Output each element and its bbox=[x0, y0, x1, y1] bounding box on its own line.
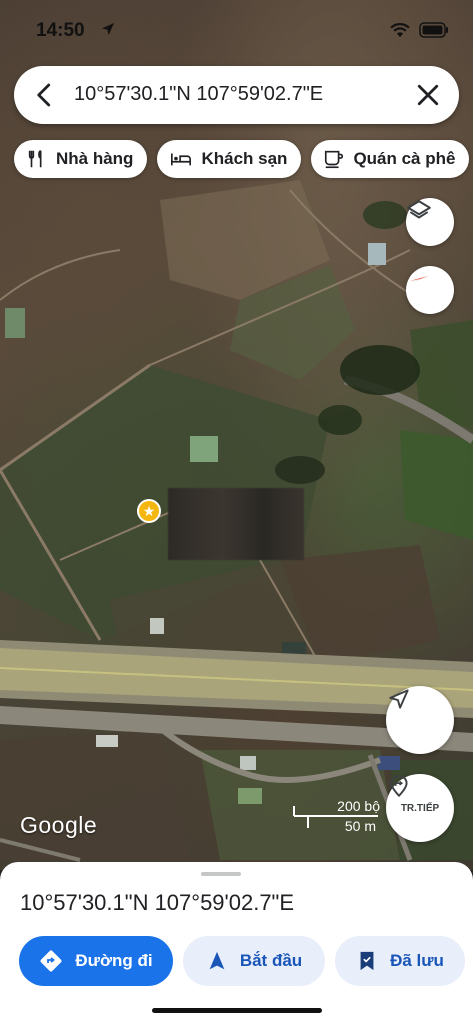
start-label: Bắt đầu bbox=[239, 951, 303, 970]
compass-icon bbox=[409, 275, 429, 283]
scale-imperial: 200 bộ bbox=[337, 798, 380, 814]
back-arrow-icon[interactable] bbox=[30, 80, 60, 110]
place-coordinates: 10°57'30.1"N 107°59'02.7"E bbox=[20, 890, 295, 915]
start-button[interactable]: Bắt đầu bbox=[183, 936, 325, 986]
chip-restaurants[interactable]: Nhà hàng bbox=[14, 140, 148, 178]
directions-fab[interactable]: TR.TIẾP bbox=[386, 774, 454, 842]
redacted-area bbox=[168, 488, 304, 560]
directions-pin-icon bbox=[390, 775, 408, 798]
directions-fab-label: TR.TIẾP bbox=[400, 803, 440, 814]
restaurant-icon bbox=[28, 149, 42, 168]
saved-button[interactable]: Đã lưu bbox=[335, 936, 465, 986]
status-bar: 14:50 bbox=[36, 18, 449, 46]
saved-place-star-icon[interactable]: ★ bbox=[137, 499, 161, 523]
coffee-icon bbox=[325, 150, 344, 169]
layers-button[interactable] bbox=[406, 198, 454, 246]
navigation-arrow-icon bbox=[389, 689, 409, 709]
battery-icon bbox=[419, 22, 448, 38]
location-arrow-icon bbox=[100, 21, 116, 43]
home-indicator bbox=[152, 1008, 322, 1013]
place-bottom-sheet[interactable]: 10°57'30.1"N 107°59'02.7"E Đường đi Bắt … bbox=[0, 862, 473, 1024]
directions-button[interactable]: Đường đi bbox=[19, 936, 173, 986]
chip-label: Khách sạn bbox=[201, 149, 288, 168]
search-bar[interactable]: 10°57'30.1"N 107°59'02.7"E bbox=[14, 66, 459, 124]
status-time: 14:50 bbox=[36, 20, 85, 41]
wifi-icon bbox=[390, 23, 410, 38]
satellite-map[interactable]: ★ TR.TIẾP Google 200 bộ 50 m bbox=[0, 0, 473, 870]
sheet-grabber[interactable] bbox=[201, 872, 241, 876]
saved-label: Đã lưu bbox=[390, 951, 444, 970]
directions-label: Đường đi bbox=[75, 951, 153, 970]
action-buttons: Đường đi Bắt đầu Đã lưu bbox=[19, 936, 465, 986]
close-icon[interactable] bbox=[413, 80, 443, 110]
chip-cafes[interactable]: Quán cà phê bbox=[311, 140, 470, 178]
hotel-icon bbox=[171, 153, 192, 166]
layers-icon bbox=[407, 200, 431, 219]
compass-button[interactable] bbox=[406, 266, 454, 314]
chip-label: Nhà hàng bbox=[56, 149, 134, 168]
chip-hotels[interactable]: Khách sạn bbox=[157, 140, 302, 178]
my-location-button[interactable] bbox=[386, 686, 454, 754]
scale-metric: 50 m bbox=[344, 818, 376, 834]
search-query[interactable]: 10°57'30.1"N 107°59'02.7"E bbox=[74, 83, 323, 106]
bookmark-check-icon bbox=[360, 951, 374, 971]
navigation-icon bbox=[209, 951, 225, 970]
map-scale: 200 bộ 50 m bbox=[292, 798, 382, 834]
chip-label: Quán cà phê bbox=[353, 149, 456, 168]
google-logo: Google bbox=[20, 812, 98, 838]
directions-icon bbox=[40, 950, 62, 972]
category-chips: Nhà hàng Khách sạn Quán cà phê bbox=[14, 140, 470, 178]
